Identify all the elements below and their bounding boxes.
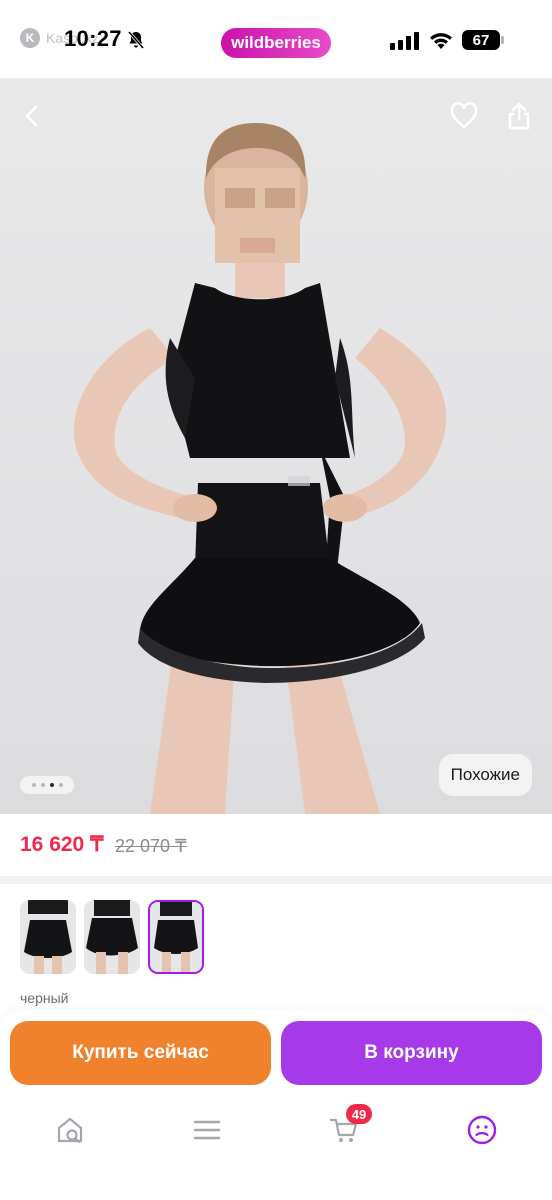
nav-home[interactable] [48, 1110, 92, 1150]
kaspi-icon: K [20, 28, 40, 48]
current-price: 16 620 ₸ [20, 833, 104, 856]
add-to-cart-button[interactable]: В корзину [281, 1021, 542, 1085]
pagination-dot [31, 783, 36, 787]
chevron-left-icon [25, 105, 38, 127]
color-thumbnails [20, 900, 204, 974]
nav-profile[interactable] [460, 1110, 504, 1150]
cart-count-badge: 49 [346, 1104, 372, 1124]
thumbnail-image [20, 900, 76, 974]
wildberries-logo: wildberries [221, 28, 331, 58]
share-button[interactable] [499, 96, 539, 136]
section-divider [0, 876, 552, 884]
old-price: 22 070 ₸ [115, 836, 187, 856]
heart-icon [450, 102, 478, 129]
clock: 10:27 [64, 26, 122, 51]
product-photo[interactable]: Похожие [0, 78, 552, 814]
favorite-button[interactable] [444, 96, 484, 136]
share-icon [508, 102, 530, 130]
pagination-dot-active [49, 783, 54, 787]
buy-now-button[interactable]: Купить сейчас [10, 1021, 271, 1085]
bell-muted-icon [127, 31, 145, 49]
home-search-icon [57, 1117, 83, 1144]
back-button[interactable] [12, 96, 52, 136]
product-photo-illustration [73, 123, 447, 814]
color-thumbnail[interactable] [20, 900, 76, 974]
profile-icon [467, 1115, 497, 1145]
color-thumbnail-selected[interactable] [148, 900, 204, 974]
bottom-navigation: 49 [0, 1100, 552, 1200]
color-selector: черный [0, 884, 552, 1014]
thumbnail-image [150, 902, 202, 972]
pagination-dot [58, 783, 63, 787]
nav-cart[interactable]: 49 [322, 1104, 372, 1150]
pagination-dot [40, 783, 45, 787]
status-bar: K Kaspi.kz 10:27 wildberries 67 [0, 0, 552, 78]
thumbnail-image [84, 900, 140, 974]
purchase-actions: Купить сейчас В корзину [0, 1010, 552, 1100]
wifi-icon [430, 33, 452, 49]
similar-button[interactable]: Похожие [438, 754, 532, 796]
nav-catalog[interactable] [185, 1110, 229, 1150]
selected-color-label: черный [20, 990, 69, 1006]
gallery-pagination [20, 776, 74, 794]
menu-icon [193, 1120, 221, 1140]
battery-indicator: 67 [462, 30, 504, 50]
cellular-signal-icon [390, 32, 419, 50]
price-section: 16 620 ₸ 22 070 ₸ [0, 814, 552, 876]
color-thumbnail[interactable] [84, 900, 140, 974]
